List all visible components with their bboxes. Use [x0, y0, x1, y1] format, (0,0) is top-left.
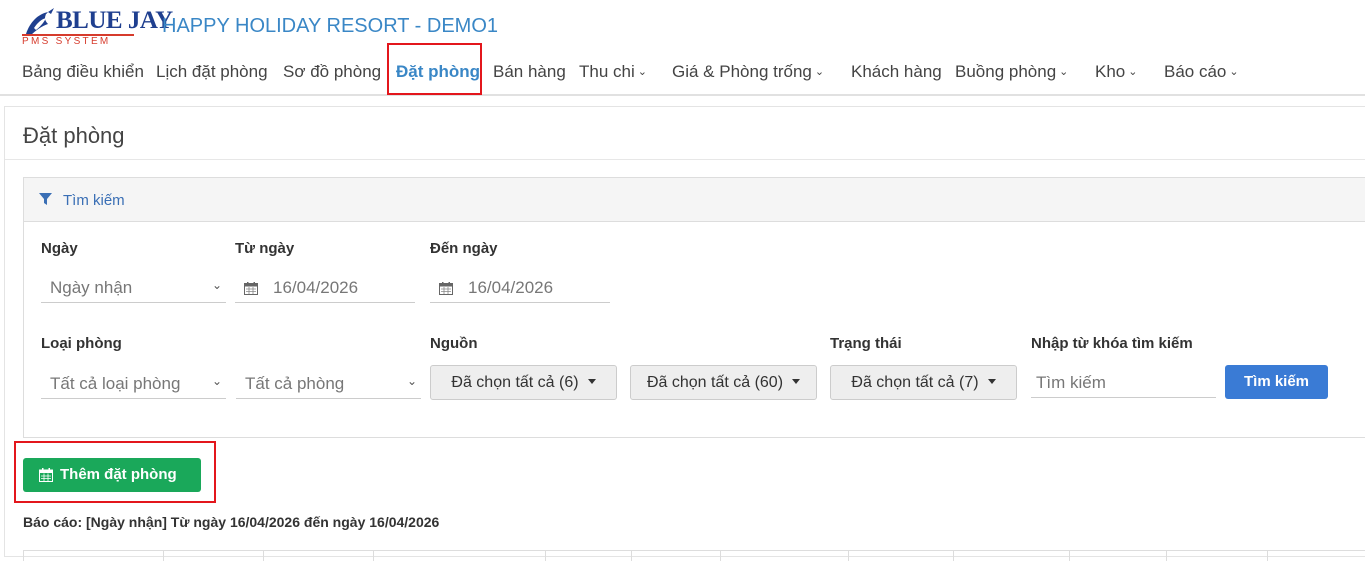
chevron-down-icon: ⌄	[637, 66, 647, 78]
brand-logo[interactable]: BLUE JAY PMS SYSTEM	[20, 4, 173, 48]
nav-item-label: Thu chi	[579, 62, 635, 81]
chevron-down-icon: ⌄	[814, 66, 825, 78]
brand-subtitle: PMS SYSTEM	[22, 36, 111, 47]
room-type-value: Tất cả loại phòng	[50, 374, 181, 393]
page-title: Đặt phòng	[23, 123, 125, 148]
from-date-input[interactable]: 16/04/2026	[235, 276, 415, 303]
from-date-label: Từ ngày	[235, 240, 295, 257]
nav-item-dashboard[interactable]: Bảng điều khiển	[22, 62, 144, 82]
table-column-divider	[953, 551, 954, 561]
table-column-divider	[263, 551, 264, 561]
search-button[interactable]: Tìm kiếm	[1225, 365, 1328, 399]
status-label: Trạng thái	[830, 335, 902, 352]
nav-item-reports[interactable]: Báo cáo ⌄	[1164, 62, 1239, 82]
to-date-input[interactable]: 16/04/2026	[430, 276, 610, 303]
main-nav: Bảng điều khiển Lịch đặt phòng Sơ đồ phò…	[0, 55, 1365, 87]
chevron-down-icon: ⌄	[211, 278, 222, 292]
to-date-label: Đến ngày	[430, 240, 498, 257]
highlight-box-nav	[387, 43, 482, 95]
keyword-placeholder: Tìm kiếm	[1036, 373, 1106, 392]
keyword-input[interactable]: Tìm kiếm	[1031, 371, 1216, 398]
nav-item-warehouse[interactable]: Kho ⌄	[1095, 62, 1137, 82]
chevron-down-icon: ⌄	[1229, 66, 1239, 78]
chevron-down-icon: ⌄	[1128, 66, 1138, 78]
search-panel-title: Tìm kiếm	[63, 192, 125, 209]
to-date-value: 16/04/2026	[468, 278, 554, 297]
table-column-divider	[1166, 551, 1167, 561]
room-type-select[interactable]: Tất cả loại phòng ⌄	[41, 372, 226, 399]
search-panel-header[interactable]: Tìm kiếm	[24, 178, 1365, 222]
status-value: Đã chọn tất cả (7)	[851, 374, 979, 391]
room-select[interactable]: Tất cả phòng ⌄	[236, 372, 421, 399]
caret-down-icon	[587, 379, 596, 385]
caret-down-icon	[792, 379, 801, 385]
nav-item-label: Kho	[1095, 62, 1126, 81]
source-detail-value: Đã chọn tất cả (60)	[646, 374, 784, 391]
nav-item-label: Báo cáo	[1164, 62, 1227, 81]
nav-item-customers[interactable]: Khách hàng	[851, 62, 942, 82]
source-detail-multiselect[interactable]: Đã chọn tất cả (60)	[630, 365, 817, 400]
chevron-down-icon: ⌄	[1059, 66, 1069, 78]
table-column-divider	[545, 551, 546, 561]
nav-item-label: Buồng phòng	[955, 62, 1057, 81]
filter-icon	[39, 193, 52, 205]
chevron-down-icon: ⌄	[406, 374, 417, 388]
source-value: Đã chọn tất cả (6)	[451, 374, 579, 391]
search-panel: Tìm kiếm Ngày Ngày nhận ⌄ Từ ngày 16/04/…	[23, 177, 1365, 438]
room-type-label: Loại phòng	[41, 335, 122, 352]
report-summary: Báo cáo: [Ngày nhận] Từ ngày 16/04/2026 …	[23, 514, 440, 530]
nav-item-sales[interactable]: Bán hàng	[493, 62, 566, 82]
table-column-divider	[1267, 551, 1268, 561]
nav-item-booking-calendar[interactable]: Lịch đặt phòng	[156, 62, 268, 82]
table-column-divider	[631, 551, 632, 561]
table-column-divider	[720, 551, 721, 561]
date-type-select[interactable]: Ngày nhận ⌄	[41, 276, 226, 303]
source-label: Nguồn	[430, 335, 478, 352]
table-column-divider	[23, 551, 24, 561]
bookings-table-header	[23, 550, 1365, 561]
source-multiselect[interactable]: Đã chọn tất cả (6)	[430, 365, 617, 400]
nav-item-label: Giá & Phòng trống	[672, 62, 812, 81]
caret-down-icon	[987, 379, 996, 385]
nav-item-income-expense[interactable]: Thu chi ⌄	[579, 62, 647, 82]
keyword-label: Nhập từ khóa tìm kiếm	[1031, 335, 1193, 352]
nav-item-label: Sơ đồ phòng	[283, 62, 382, 81]
highlight-box-add-booking	[14, 441, 216, 503]
nav-item-room-map[interactable]: Sơ đồ phòng	[283, 62, 381, 82]
chevron-down-icon: ⌄	[211, 374, 222, 388]
from-date-value: 16/04/2026	[273, 278, 359, 297]
date-type-label: Ngày	[41, 240, 78, 257]
table-column-divider	[1069, 551, 1070, 561]
app-title: HAPPY HOLIDAY RESORT - DEMO1	[162, 15, 499, 37]
brand-name: BLUE JAY	[56, 7, 173, 34]
app-header: BLUE JAY PMS SYSTEM HAPPY HOLIDAY RESORT…	[0, 0, 1365, 96]
room-value: Tất cả phòng	[245, 374, 345, 393]
nav-item-label: Bán hàng	[493, 62, 566, 81]
status-multiselect[interactable]: Đã chọn tất cả (7)	[830, 365, 1017, 400]
nav-item-label: Bảng điều khiển	[22, 62, 144, 81]
nav-item-label: Lịch đặt phòng	[156, 62, 268, 81]
calendar-icon	[439, 282, 453, 295]
calendar-icon	[244, 282, 258, 295]
nav-item-rates-availability[interactable]: Giá & Phòng trống ⌄	[672, 62, 824, 82]
nav-item-label: Khách hàng	[851, 62, 942, 81]
table-column-divider	[373, 551, 374, 561]
nav-item-housekeeping[interactable]: Buồng phòng ⌄	[955, 62, 1068, 82]
table-column-divider	[163, 551, 164, 561]
date-type-value: Ngày nhận	[50, 278, 133, 297]
divider	[5, 159, 1365, 160]
table-column-divider	[848, 551, 849, 561]
